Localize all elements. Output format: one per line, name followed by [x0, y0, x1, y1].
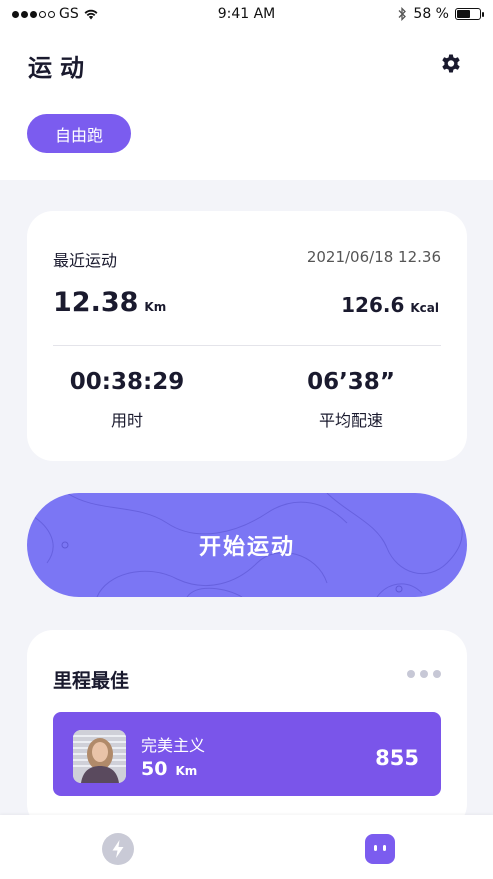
battery-percent: 58 %: [413, 6, 449, 22]
pace-label: 平均配速: [318, 411, 383, 430]
recent-activity-label: 最近运动: [53, 251, 118, 270]
recent-activity-card[interactable]: 最近运动 2021/06/18 12.36 12.38 Km 126.6 Kca…: [27, 211, 467, 461]
calories-value: 126.6: [341, 293, 405, 317]
more-dot: [407, 670, 415, 678]
more-dot: [420, 670, 428, 678]
start-workout-button[interactable]: 开始运动: [27, 493, 467, 597]
settings-button[interactable]: [437, 51, 465, 79]
bottom-tab-bar: [0, 815, 493, 879]
signal-icon: [12, 10, 55, 18]
tab-me[interactable]: [364, 833, 396, 865]
status-bar: GS 9:41 AM 58 %: [0, 0, 493, 28]
carrier-name: GS: [59, 6, 79, 22]
pace-stat: 06’38” 平均配速: [251, 369, 451, 431]
distance-readout: 12.38 Km: [53, 287, 166, 318]
distance-value: 12.38: [53, 287, 139, 318]
record-score: 855: [375, 746, 419, 770]
gear-icon: [442, 54, 460, 73]
record-distance: 50 Km: [141, 758, 197, 780]
more-dot: [433, 670, 441, 678]
record-distance-unit: Km: [175, 764, 198, 778]
lightning-icon: [102, 833, 134, 865]
more-options-button[interactable]: [407, 670, 441, 678]
calories-unit: Kcal: [410, 301, 439, 315]
tab-sport[interactable]: [102, 833, 134, 865]
duration-stat: 00:38:29 用时: [27, 369, 227, 431]
calories-readout: 126.6 Kcal: [341, 293, 439, 317]
wifi-icon: [84, 9, 98, 20]
avatar: [73, 730, 126, 783]
page-title: 运动: [28, 53, 92, 82]
page-header: 运动: [0, 40, 493, 90]
carrier-indicator: GS: [12, 6, 99, 22]
card-divider: [53, 345, 441, 346]
duration-label: 用时: [110, 411, 143, 430]
record-name: 完美主义: [141, 736, 206, 755]
duration-value: 00:38:29: [69, 369, 185, 395]
bluetooth-icon: [398, 7, 407, 21]
best-distance-title: 里程最佳: [53, 670, 130, 692]
start-workout-label: 开始运动: [198, 535, 295, 560]
robot-face-icon: [365, 834, 395, 864]
battery-icon: [455, 8, 484, 20]
record-row[interactable]: 完美主义 50 Km 855: [53, 712, 441, 796]
free-run-chip[interactable]: 自由跑: [27, 114, 131, 153]
record-distance-value: 50: [141, 758, 168, 780]
pace-value: 06’38”: [307, 369, 395, 395]
recent-activity-date: 2021/06/18 12.36: [306, 248, 441, 266]
distance-unit: Km: [144, 300, 167, 314]
best-distance-card: 里程最佳 完美主义 50 Km 855: [27, 630, 467, 830]
